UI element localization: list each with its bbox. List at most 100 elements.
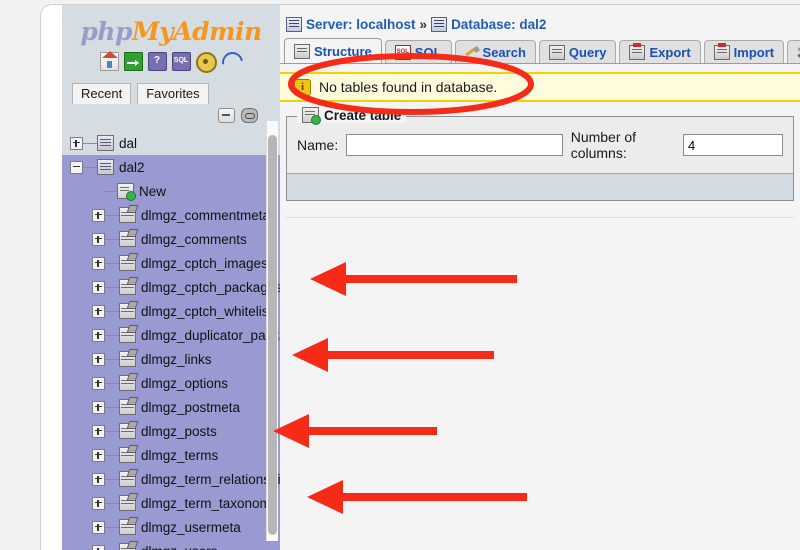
tree-item-label: dlmgz_usermeta — [141, 519, 241, 535]
table-icon — [119, 255, 136, 271]
sidebar-scrollbar-thumb[interactable] — [268, 135, 277, 535]
table-icon — [119, 423, 136, 439]
expand-node-icon[interactable] — [92, 424, 105, 438]
server-icon — [286, 17, 302, 32]
tree-connector — [105, 214, 119, 216]
table-icon — [119, 231, 136, 247]
tree-table-item[interactable]: dlmgz_usermeta — [62, 515, 280, 539]
number-of-columns-input[interactable] — [683, 134, 783, 156]
tree-new-item[interactable]: New — [62, 179, 280, 203]
tree-table-item[interactable]: dlmgz_posts — [62, 419, 280, 443]
tree-connector — [103, 190, 117, 192]
expand-node-icon[interactable] — [92, 496, 105, 510]
table-name-input[interactable] — [346, 134, 563, 156]
tree-table-item[interactable]: dlmgz_duplicator_packag — [62, 323, 280, 347]
tree-database-item[interactable]: dal2 — [62, 155, 280, 179]
home-icon[interactable] — [99, 51, 119, 71]
tab-recent[interactable]: Recent — [72, 83, 132, 104]
sidebar-icon-row: ? SQL — [62, 47, 280, 78]
breadcrumb-server[interactable]: Server: localhost — [306, 17, 416, 32]
breadcrumb-separator: » — [419, 17, 428, 32]
expand-node-icon[interactable] — [92, 208, 105, 222]
tree-connector — [105, 238, 119, 240]
sql-icon: SQL — [394, 44, 411, 60]
tree-table-item[interactable]: dlmgz_term_taxonomy — [62, 491, 280, 515]
tab-label: SQL — [414, 44, 442, 60]
expand-node-icon[interactable] — [92, 328, 105, 342]
expand-node-icon[interactable] — [92, 400, 105, 414]
exit-icon[interactable] — [123, 52, 143, 71]
tree-connector — [105, 286, 119, 288]
create-table-title: Create table — [324, 107, 402, 123]
logo-myadmin: MyAdmin — [131, 17, 262, 46]
tree-item-label: dlmgz_links — [141, 351, 212, 367]
expand-node-icon[interactable] — [92, 280, 105, 294]
tab-structure[interactable]: Structure — [284, 38, 382, 63]
expand-node-icon[interactable] — [92, 232, 105, 246]
tree-table-item[interactable]: dlmgz_cptch_images — [62, 251, 280, 275]
expand-node-icon[interactable] — [92, 376, 105, 390]
tree-table-item[interactable]: dlmgz_commentmeta — [62, 203, 280, 227]
tab-favorites[interactable]: Favorites — [137, 83, 209, 104]
expand-node-icon[interactable] — [92, 352, 105, 366]
create-table-row: Name: Number of columns: — [287, 117, 793, 173]
tree-item-label: dlmgz_posts — [141, 423, 217, 439]
content-divider — [286, 217, 794, 218]
sidebar-tab-row: Recent Favorites — [72, 83, 280, 104]
tab-search[interactable]: Search — [454, 40, 536, 63]
tree-connector — [105, 310, 119, 312]
tree-connector — [105, 406, 119, 408]
table-icon — [119, 543, 136, 550]
sql-icon[interactable]: SQL — [171, 52, 191, 71]
tree-connector — [105, 454, 119, 456]
help-icon[interactable]: ? — [147, 52, 167, 71]
toggle-link-icon[interactable] — [241, 108, 258, 123]
tab-sql[interactable]: SQL SQL — [384, 40, 452, 63]
tree-table-item[interactable]: dlmgz_options — [62, 371, 280, 395]
tab-label: Import — [733, 44, 775, 60]
tab-export[interactable]: Export — [619, 40, 701, 63]
tree-table-item[interactable]: dlmgz_users — [62, 539, 280, 550]
expand-node-icon[interactable] — [92, 544, 105, 550]
tree-table-item[interactable]: dlmgz_postmeta — [62, 395, 280, 419]
tree-connector — [83, 142, 97, 144]
database-icon — [97, 135, 114, 151]
collapse-all-icon[interactable] — [218, 108, 235, 123]
tree-table-item[interactable]: dlmgz_cptch_packages — [62, 275, 280, 299]
expand-node-icon[interactable] — [92, 520, 105, 534]
tree-database-item[interactable]: dal — [62, 131, 280, 155]
create-table-icon — [302, 107, 321, 125]
tree-item-label: dal2 — [119, 159, 145, 175]
main-content: Server: localhost » Database: dal2 Struc… — [280, 5, 800, 550]
expand-node-icon[interactable] — [92, 448, 105, 462]
tab-label: Export — [649, 44, 691, 60]
tree-table-item[interactable]: dlmgz_cptch_whitelist — [62, 299, 280, 323]
tree-table-item[interactable]: dlmgz_term_relationships — [62, 467, 280, 491]
tree-item-label: dlmgz_cptch_images — [141, 255, 268, 271]
phpmyadmin-logo[interactable]: phpMyAdmin — [62, 5, 280, 44]
tree-connector — [105, 478, 119, 480]
collapse-node-icon[interactable] — [70, 160, 83, 174]
database-icon — [97, 159, 114, 175]
tree-table-item[interactable]: dlmgz_links — [62, 347, 280, 371]
tree-table-item[interactable]: dlmgz_comments — [62, 227, 280, 251]
navigation-sidebar: phpMyAdmin ? SQL Recent Favorites dal dal… — [62, 5, 280, 550]
settings-icon[interactable] — [195, 52, 217, 73]
expand-node-icon[interactable] — [92, 304, 105, 318]
tab-opera[interactable]: Opera — [787, 40, 800, 63]
tab-import[interactable]: Import — [703, 40, 785, 63]
expand-node-icon[interactable] — [70, 136, 83, 150]
expand-node-icon[interactable] — [92, 256, 105, 270]
refresh-icon[interactable] — [217, 47, 247, 78]
table-icon — [119, 495, 136, 511]
tree-item-label: dlmgz_commentmeta — [141, 207, 271, 223]
query-icon — [548, 44, 565, 60]
tree-table-item[interactable]: dlmgz_terms — [62, 443, 280, 467]
sidebar-scrollbar[interactable] — [266, 121, 278, 541]
tree-connector — [105, 526, 119, 528]
logo-php: php — [80, 17, 132, 46]
breadcrumb-database[interactable]: Database: dal2 — [451, 17, 546, 32]
expand-node-icon[interactable] — [92, 472, 105, 486]
tab-query[interactable]: Query — [538, 40, 617, 63]
database-tree: dal dal2 New dlmgz_commentmeta dlmgz_comment… — [62, 131, 280, 550]
